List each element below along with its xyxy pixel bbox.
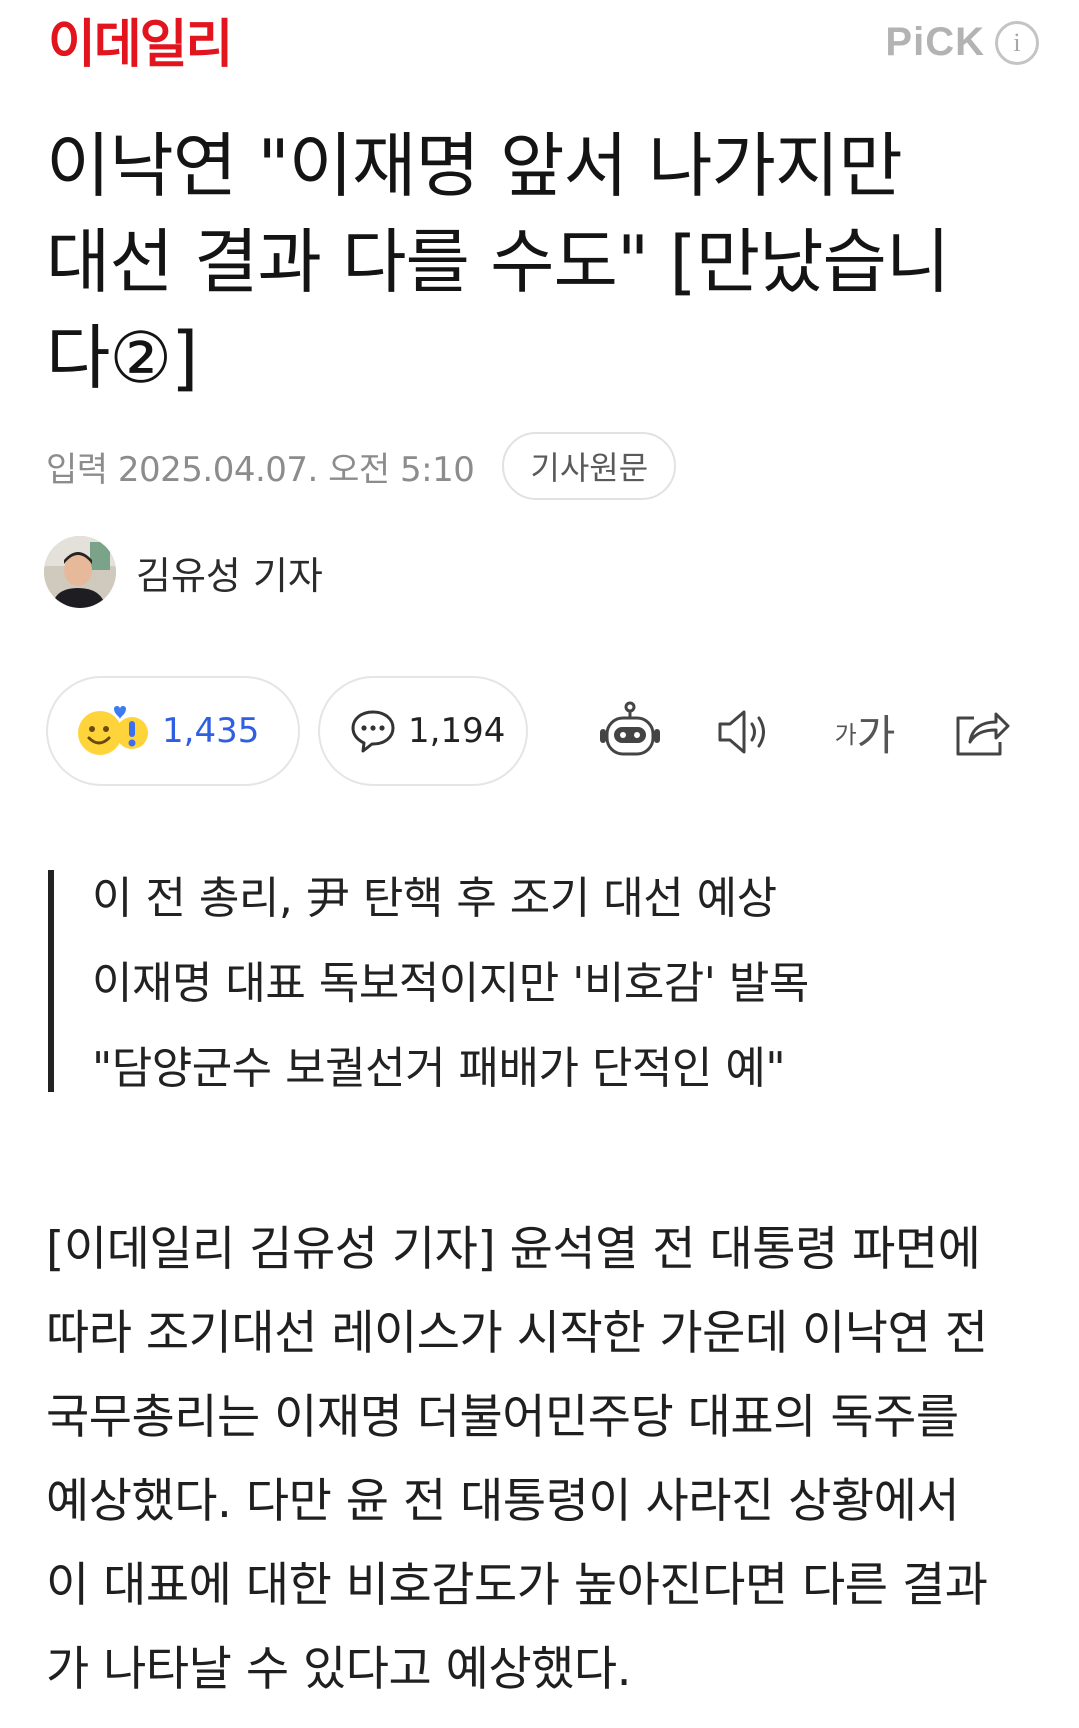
published-date: 입력 2025.04.07. 오전 5:10 (46, 449, 475, 490)
title-line: 대선 결과 다를 수도" [만났습니 (46, 221, 950, 303)
top-header: 이데일리 PiCK i (0, 0, 1079, 100)
speaker-icon (718, 710, 765, 754)
share-icon (956, 712, 1010, 756)
author-name[interactable]: 김유성 기자 (136, 545, 323, 600)
body-line: 이 대표에 대한 비호감도가 높아진다면 다른 결과 (46, 1558, 988, 1613)
summary-line: "담양군수 보궐선거 패배가 단적인 예" (92, 1043, 786, 1094)
reaction-count: 1,435 (162, 711, 260, 751)
author-avatar[interactable] (44, 536, 116, 608)
font-size-small-glyph: 가 (834, 720, 857, 749)
comment-bubble-icon (351, 710, 395, 753)
info-icon[interactable]: i (995, 20, 1039, 65)
article-actions-bar: 1,435 1,194 가가 (46, 676, 1036, 786)
title-line: 다②] (46, 317, 198, 399)
original-article-button[interactable]: 기사원문 (502, 432, 677, 500)
brand-logo[interactable]: 이데일리 (48, 14, 233, 76)
font-size-large-glyph: 가 (856, 710, 896, 760)
summary-line: 이 전 총리, 尹 탄핵 후 조기 대선 예상 (92, 873, 777, 924)
avatar-photo (44, 536, 116, 608)
body-line: [이데일리 김유성 기자] 윤석열 전 대통령 파면에 (46, 1222, 981, 1277)
comment-button[interactable]: 1,194 (318, 676, 528, 786)
article-body: [이데일리 김유성 기자] 윤석열 전 대통령 파면에 따라 조기대선 레이스가… (46, 1208, 1046, 1712)
share-button[interactable] (946, 696, 1018, 768)
body-line: 예상했다. 다만 윤 전 대통령이 사라진 상황에서 (46, 1474, 960, 1529)
summary-bot-button[interactable] (594, 696, 666, 768)
robot-summary-icon (600, 701, 660, 756)
pick-badge[interactable]: PiCK i (885, 20, 1039, 65)
reaction-button[interactable]: 1,435 (46, 676, 300, 786)
text-to-speech-button[interactable] (708, 696, 780, 768)
author-info[interactable]: 김유성 기자 (44, 536, 323, 608)
font-size-button[interactable]: 가가 (820, 696, 910, 768)
pick-label: PiCK (885, 20, 985, 64)
summary-line: 이재명 대표 독보적이지만 '비호감' 발목 (92, 958, 809, 1009)
body-line: 국무총리는 이재명 더불어민주당 대표의 독주를 (46, 1390, 959, 1445)
body-line: 가 나타날 수 있다고 예상했다. (46, 1642, 632, 1697)
body-line: 따라 조기대선 레이스가 시작한 가운데 이낙연 전 (46, 1306, 988, 1361)
article-title: 이낙연 "이재명 앞서 나가지만 대선 결과 다를 수도" [만났습니 다②] (46, 118, 1036, 406)
article-summary: 이 전 총리, 尹 탄핵 후 조기 대선 예상 이재명 대표 독보적이지만 '비… (48, 870, 1028, 1094)
title-line: 이낙연 "이재명 앞서 나가지만 (46, 125, 903, 207)
reaction-emoji-icon (78, 706, 148, 755)
comment-count: 1,194 (408, 711, 506, 751)
article-meta: 입력 2025.04.07. 오전 5:10 기사원문 (46, 432, 677, 500)
